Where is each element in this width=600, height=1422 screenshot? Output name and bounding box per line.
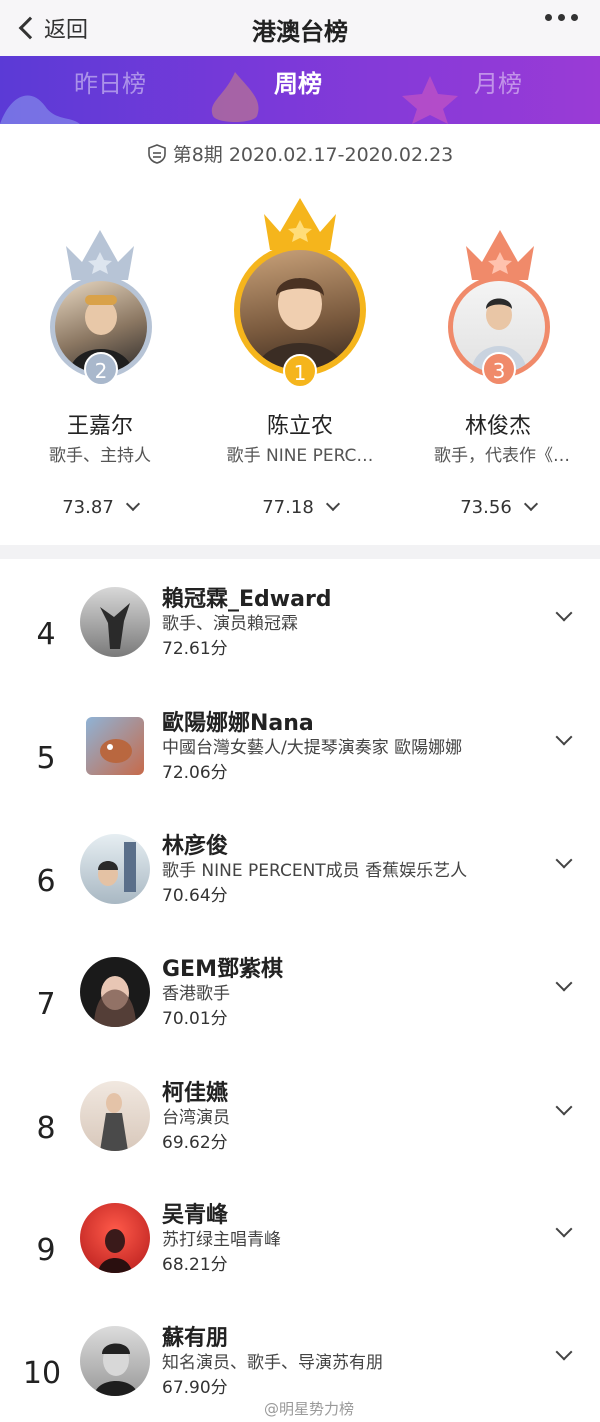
page-title: 港澳台榜: [252, 18, 348, 46]
podium-desc: 歌手 NINE PERC…: [226, 446, 374, 466]
score-value: 73.87: [62, 497, 114, 518]
chevron-down-icon[interactable]: [555, 1343, 573, 1361]
wave-decoration: [0, 95, 80, 124]
list-item-score: 72.61分: [162, 639, 228, 659]
podium-score: 77.18: [205, 496, 395, 518]
chevron-down-icon[interactable]: [555, 604, 573, 622]
rank-badge: 3: [482, 352, 516, 386]
rank-number: 5: [36, 741, 56, 776]
score-value: 77.18: [262, 497, 314, 518]
dot-icon: [571, 14, 578, 21]
dot-icon: [558, 14, 565, 21]
podium-score: 73.87: [5, 496, 195, 518]
crown-silver-icon: [66, 230, 134, 280]
list-item[interactable]: 5 歐陽娜娜Nana 中國台灣女藝人/大提琴演奏家 歐陽娜娜 72.06分: [0, 711, 600, 821]
list-item-score: 70.64分: [162, 886, 228, 906]
list-item-desc: 知名演员、歌手、导演苏有朋: [162, 1353, 383, 1373]
podium-score: 73.56: [403, 496, 593, 518]
rank-number: 9: [36, 1233, 56, 1268]
chevron-down-icon[interactable]: [125, 496, 140, 512]
crown-bronze-icon: [466, 230, 534, 280]
avatar: [240, 250, 360, 370]
tab-monthly[interactable]: 月榜: [474, 64, 522, 99]
avatar: [80, 587, 150, 657]
podium-desc: 歌手、主持人: [49, 446, 151, 466]
rank-number: 7: [36, 987, 56, 1022]
rank-number: 6: [36, 864, 56, 899]
list-item[interactable]: 4 賴冠霖_Edward 歌手、演员賴冠霖 72.61分: [0, 587, 600, 697]
watermark: @明星势力榜: [264, 1400, 355, 1418]
list-item-score: 69.62分: [162, 1133, 228, 1153]
list-item-desc: 歌手、演员賴冠霖: [162, 614, 298, 634]
list-item[interactable]: 6 林彦俊 歌手 NINE PERCENT成员 香蕉娱乐艺人 70.64分: [0, 834, 600, 944]
list-item-desc: 香港歌手: [162, 984, 230, 1004]
podium-name: 王嘉尔: [66, 414, 133, 439]
tab-bar: 昨日榜 周榜 月榜: [0, 56, 600, 124]
podium-name: 林俊杰: [464, 414, 531, 439]
tab-weekly[interactable]: 周榜: [274, 64, 322, 99]
chevron-down-icon[interactable]: [555, 1098, 573, 1116]
list-item-desc: 歌手 NINE PERCENT成员 香蕉娱乐艺人: [162, 861, 468, 881]
list-item[interactable]: 9 吴青峰 苏打绿主唱青峰 68.21分: [0, 1203, 600, 1313]
page: 返回 港澳台榜 昨日榜 周榜 月榜 第8期 2020.02.17-2020.02…: [0, 0, 600, 1422]
list-item-score: 72.06分: [162, 763, 228, 783]
rank-number: 4: [36, 617, 56, 652]
rank-badge: 2: [84, 352, 118, 386]
chevron-down-icon[interactable]: [555, 851, 573, 869]
flame-decoration: [211, 72, 259, 122]
chevron-down-icon[interactable]: [555, 728, 573, 746]
list-item-score: 67.90分: [162, 1378, 228, 1398]
star-decoration: [402, 76, 458, 124]
list-item[interactable]: 7 GEM鄧紫棋 香港歌手 70.01分: [0, 957, 600, 1067]
shield-icon: [147, 144, 166, 164]
dot-icon: [545, 14, 552, 21]
section-divider: [0, 545, 600, 559]
chevron-down-icon[interactable]: [325, 496, 340, 512]
rank-number: 10: [22, 1356, 62, 1391]
list-item[interactable]: 8 柯佳嬿 台湾演员 69.62分: [0, 1081, 600, 1191]
chevron-down-icon[interactable]: [555, 974, 573, 992]
rank-badge: 1: [283, 354, 317, 388]
avatar: [86, 717, 144, 775]
period-text: 第8期 2020.02.17-2020.02.23: [172, 144, 454, 166]
avatar: [80, 1203, 150, 1273]
avatar: [80, 1326, 150, 1396]
podium-name: 陈立农: [266, 414, 333, 439]
score-value: 73.56: [460, 497, 512, 518]
period-label: 第8期 2020.02.17-2020.02.23: [0, 140, 600, 167]
more-button[interactable]: [545, 14, 578, 21]
avatar: [80, 957, 150, 1027]
avatar: [80, 834, 150, 904]
list-item-desc: 中國台灣女藝人/大提琴演奏家 歐陽娜娜: [162, 738, 463, 758]
chevron-down-icon[interactable]: [523, 496, 538, 512]
list-item-score: 68.21分: [162, 1255, 228, 1275]
list-item-score: 70.01分: [162, 1009, 228, 1029]
podium-desc: 歌手，代表作《…: [434, 446, 570, 466]
nav-bar: 返回 港澳台榜: [0, 0, 600, 56]
rank-number: 8: [36, 1111, 56, 1146]
chevron-down-icon[interactable]: [555, 1220, 573, 1238]
avatar: [80, 1081, 150, 1151]
list-item-desc: 台湾演员: [162, 1108, 230, 1128]
tab-daily[interactable]: 昨日榜: [74, 64, 146, 99]
list-item-desc: 苏打绿主唱青峰: [162, 1230, 281, 1250]
